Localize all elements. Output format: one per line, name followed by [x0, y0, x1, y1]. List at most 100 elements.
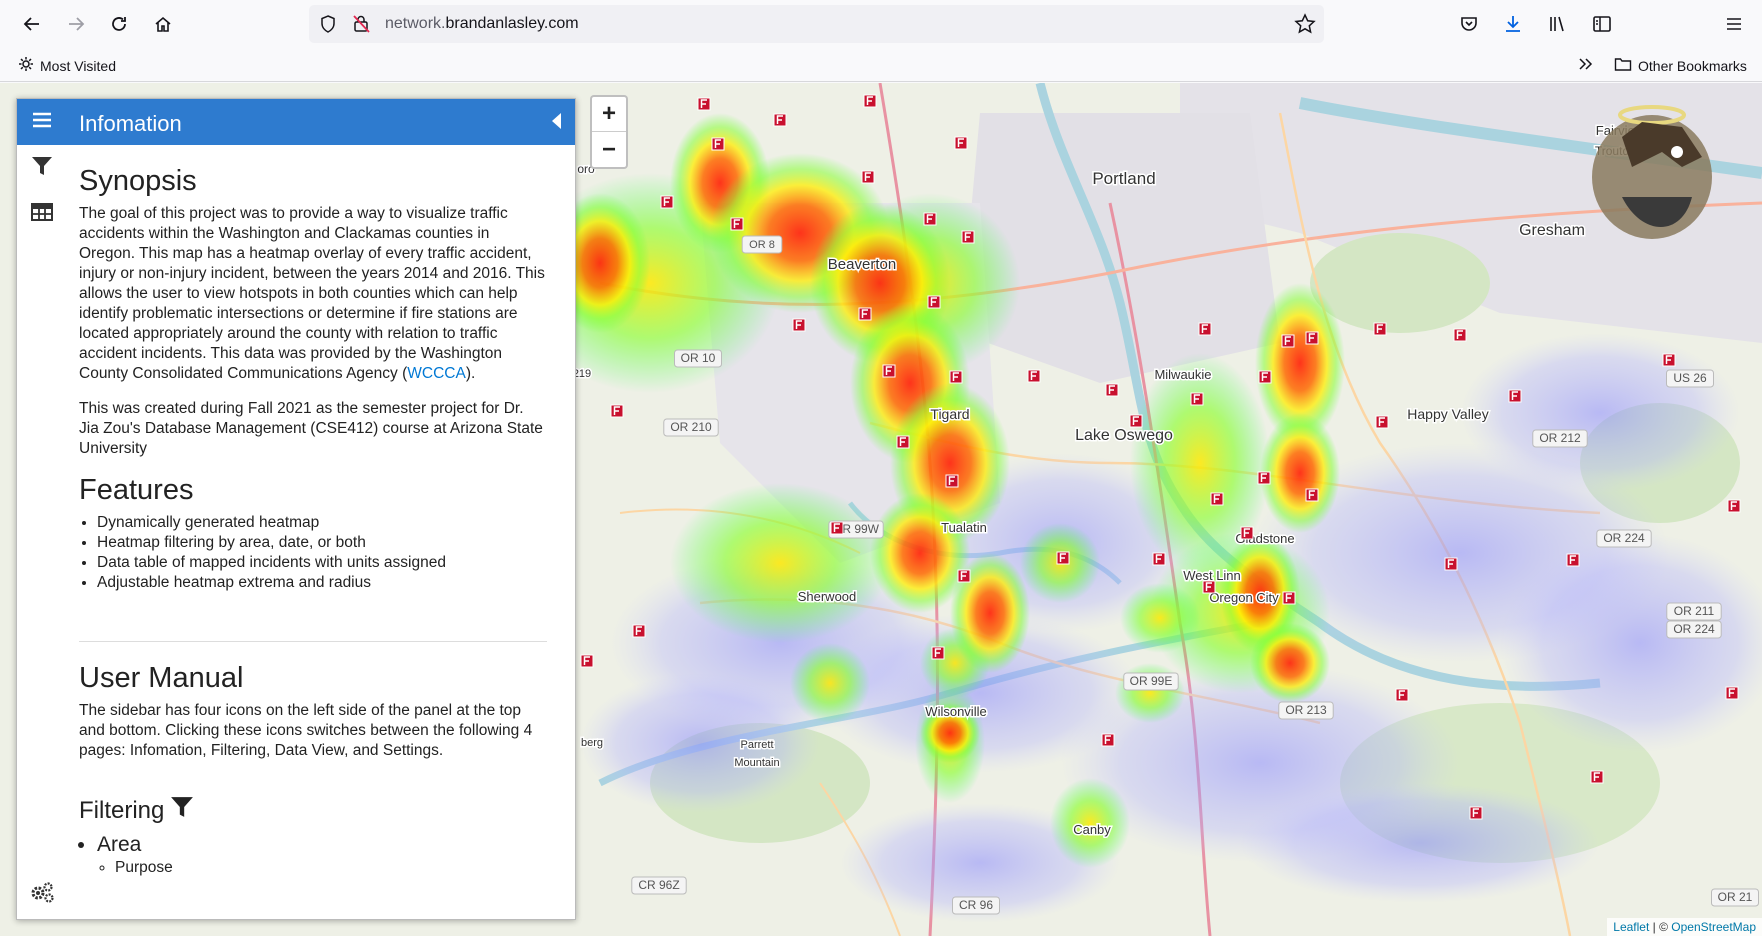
fire-station-marker[interactable]: [1590, 770, 1604, 784]
library-icon[interactable]: [1543, 10, 1571, 38]
zoom-control: + −: [590, 95, 628, 169]
fire-station-marker[interactable]: [1395, 688, 1409, 702]
back-icon[interactable]: [18, 10, 46, 38]
fire-station-marker[interactable]: [1375, 415, 1389, 429]
fire-station-marker[interactable]: [1453, 328, 1467, 342]
fire-station-marker[interactable]: [1725, 686, 1739, 700]
forward-icon[interactable]: [62, 10, 90, 38]
map-label: Happy Valley: [1407, 406, 1488, 422]
bookmark-other-bookmarks[interactable]: Other Bookmarks: [1614, 56, 1747, 75]
synopsis-text: The goal of this project was to provide …: [79, 205, 545, 382]
fire-station-marker[interactable]: [1305, 331, 1319, 345]
fire-station-marker[interactable]: [1444, 557, 1458, 571]
fire-station-marker[interactable]: [1152, 552, 1166, 566]
fire-station-marker[interactable]: [954, 136, 968, 150]
tab-filtering[interactable]: [17, 145, 67, 191]
fire-station-marker[interactable]: [896, 435, 910, 449]
fire-station-marker[interactable]: [1566, 553, 1580, 567]
fire-station-marker[interactable]: [945, 474, 959, 488]
url-text[interactable]: network.brandanlasley.com: [385, 15, 579, 33]
fire-station-marker[interactable]: [1190, 392, 1204, 406]
filtering-list: Area Purpose: [97, 832, 547, 878]
map-label: OR 99E: [1130, 674, 1173, 688]
fire-station-marker[interactable]: [1373, 322, 1387, 336]
fire-station-marker[interactable]: [961, 230, 975, 244]
app-menu-icon[interactable]: [1720, 10, 1748, 38]
map-label: OR 224: [1603, 531, 1645, 545]
leaflet-link[interactable]: Leaflet: [1613, 920, 1649, 934]
bookmark-most-visited[interactable]: Most Visited: [18, 56, 116, 75]
url-domain: brandanlasley.com: [445, 15, 579, 32]
wccca-link[interactable]: WCCCA: [407, 365, 466, 382]
sidebar-title: Infomation: [79, 111, 182, 136]
bookmark-label: Other Bookmarks: [1638, 57, 1747, 74]
fire-station-marker[interactable]: [957, 569, 971, 583]
map-label: Milwaukie: [1154, 367, 1211, 382]
fire-station-marker[interactable]: [632, 624, 646, 638]
fire-station-marker[interactable]: [580, 654, 594, 668]
fire-station-marker[interactable]: [830, 521, 844, 535]
fire-station-marker[interactable]: [1727, 499, 1741, 513]
downloads-icon[interactable]: [1499, 10, 1527, 38]
folder-icon: [1614, 56, 1632, 75]
fire-station-marker[interactable]: [1508, 389, 1522, 403]
fire-station-marker[interactable]: [1105, 383, 1119, 397]
fire-station-marker[interactable]: [923, 212, 937, 226]
fire-station-marker[interactable]: [1101, 733, 1115, 747]
fire-station-marker[interactable]: [949, 370, 963, 384]
fire-station-marker[interactable]: [1257, 471, 1271, 485]
fire-station-marker[interactable]: [1282, 591, 1296, 605]
shield-icon[interactable]: [319, 14, 337, 39]
pocket-icon[interactable]: [1455, 10, 1483, 38]
reload-icon[interactable]: [105, 10, 133, 38]
fire-station-marker[interactable]: [660, 195, 674, 209]
fire-station-marker[interactable]: [1210, 492, 1224, 506]
fire-station-marker[interactable]: [1129, 414, 1143, 428]
map-label: CR 96Z: [638, 878, 679, 892]
fire-station-marker[interactable]: [1305, 488, 1319, 502]
fire-station-marker[interactable]: [773, 113, 787, 127]
fire-station-marker[interactable]: [858, 307, 872, 321]
fire-station-marker[interactable]: [711, 137, 725, 151]
zoom-out-button[interactable]: −: [592, 132, 626, 167]
sidebar-header: Infomation: [67, 99, 575, 145]
insecure-lock-icon[interactable]: [352, 14, 370, 39]
map-label: OR 21: [1718, 890, 1753, 904]
fire-station-marker[interactable]: [1027, 369, 1041, 383]
fire-station-marker[interactable]: [1202, 580, 1216, 594]
fire-station-marker[interactable]: [1198, 322, 1212, 336]
fire-station-marker[interactable]: [697, 97, 711, 111]
url-prefix: network.: [385, 15, 446, 32]
fire-station-marker[interactable]: [863, 94, 877, 108]
map-label: OR 210: [670, 420, 712, 434]
fire-station-marker[interactable]: [1469, 806, 1483, 820]
tab-data-view[interactable]: [17, 191, 67, 237]
fire-station-marker[interactable]: [610, 404, 624, 418]
bookmark-star-icon[interactable]: [1294, 13, 1316, 40]
fire-station-marker[interactable]: [1258, 370, 1272, 384]
fire-station-marker[interactable]: [1056, 551, 1070, 565]
fire-station-marker[interactable]: [882, 364, 896, 378]
list-item: Adjustable heatmap extrema and radius: [97, 573, 547, 593]
fire-station-marker[interactable]: [927, 295, 941, 309]
tab-infomation[interactable]: [17, 99, 67, 145]
fire-station-marker[interactable]: [931, 646, 945, 660]
tab-settings[interactable]: [17, 871, 67, 917]
map-label: Gresham: [1519, 222, 1585, 239]
map-label: Lake Oswego: [1075, 427, 1173, 444]
sidebar-toggle-icon[interactable]: [1588, 10, 1616, 38]
collapse-caret-icon[interactable]: [552, 113, 561, 129]
browser-toolbar: network.brandanlasley.com: [0, 0, 1762, 48]
fire-station-marker[interactable]: [1281, 334, 1295, 348]
fire-station-marker[interactable]: [1662, 353, 1676, 367]
zoom-in-button[interactable]: +: [592, 97, 626, 132]
bookmarks-overflow-icon[interactable]: [1577, 56, 1593, 72]
fire-station-marker[interactable]: [792, 318, 806, 332]
url-bar[interactable]: network.brandanlasley.com: [309, 5, 1324, 43]
fire-station-marker[interactable]: [1240, 526, 1254, 540]
map-label: Tualatin: [941, 520, 987, 535]
fire-station-marker[interactable]: [861, 170, 875, 184]
home-icon[interactable]: [149, 10, 177, 38]
fire-station-marker[interactable]: [730, 217, 744, 231]
osm-link[interactable]: OpenStreetMap: [1671, 920, 1756, 934]
